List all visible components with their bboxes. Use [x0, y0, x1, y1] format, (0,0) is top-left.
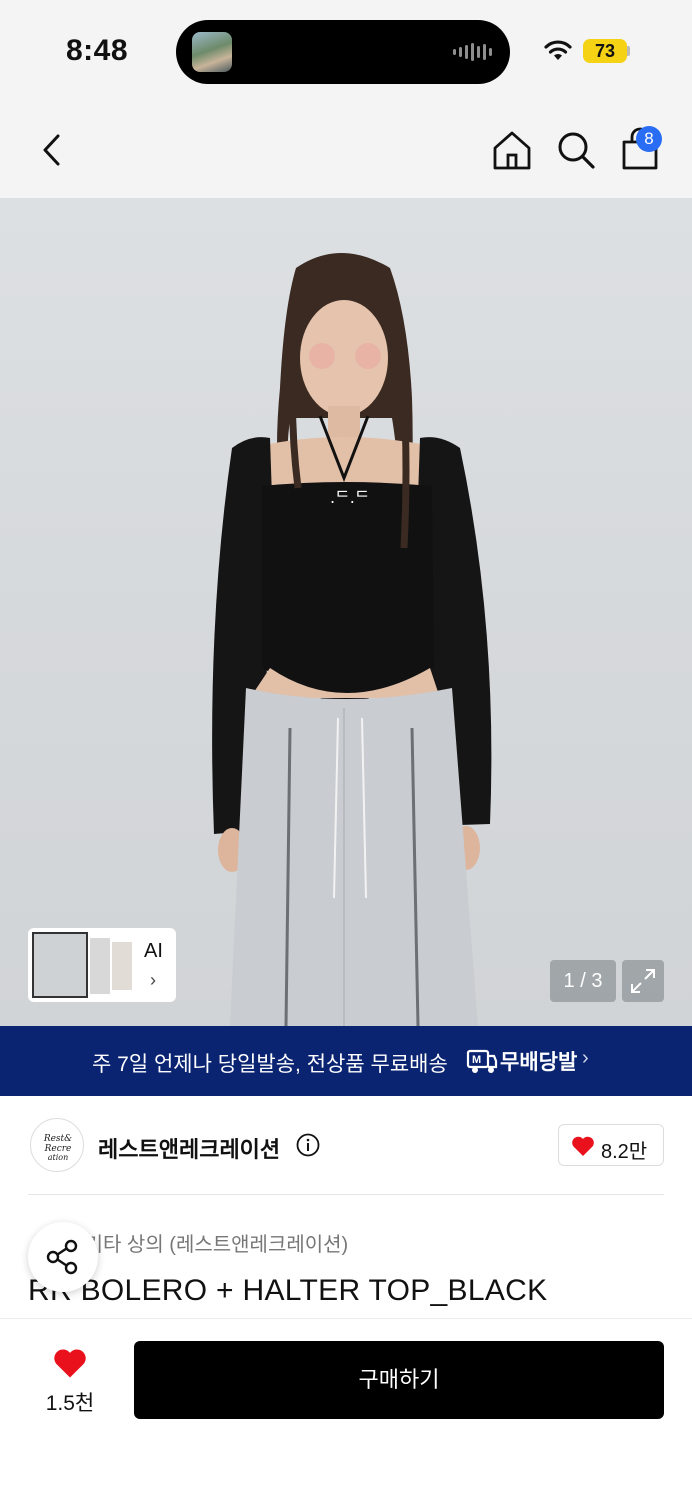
banner-brand: 무배당발	[500, 1051, 578, 1074]
svg-text:ation: ation	[48, 1153, 69, 1162]
battery-level: 73	[583, 39, 627, 63]
brand-like-count: 8.2만	[601, 1141, 648, 1163]
banner-text: 주 7일 언제나 당일발송, 전상품 무료배송	[92, 1053, 448, 1076]
chevron-right-icon: ›	[150, 970, 156, 990]
heart-icon[interactable]	[52, 1347, 88, 1379]
divider	[28, 1194, 664, 1195]
share-button[interactable]	[28, 1222, 98, 1292]
svg-text:M: M	[472, 1054, 481, 1066]
audio-wave-icon	[453, 42, 492, 62]
bottom-action-bar: 1.5천 구매하기	[0, 1318, 692, 1500]
delivery-banner[interactable]: 주 7일 언제나 당일발송, 전상품 무료배송 M 무배당발 ›	[0, 1026, 692, 1096]
info-icon[interactable]	[296, 1133, 320, 1157]
expand-icon	[631, 969, 655, 993]
brand-name[interactable]: 레스트앤레크레이션	[98, 1132, 280, 1164]
brand-logo-mark: Rest& Recre ation	[43, 1134, 72, 1162]
image-page-counter: 1 / 3	[550, 960, 616, 1002]
product-image[interactable]: .ᄃ.ᄃ AI › 1 / 3	[0, 198, 692, 1026]
status-bar: 8:48 73	[0, 0, 692, 100]
back-icon[interactable]	[32, 128, 72, 172]
svg-text:.ᄃ.ᄃ: .ᄃ.ᄃ	[330, 488, 370, 507]
brand-like-button[interactable]: 8.2만	[558, 1124, 664, 1166]
delivery-truck-icon: M	[466, 1049, 498, 1073]
buy-button[interactable]: 구매하기	[134, 1341, 664, 1419]
wifi-icon	[544, 40, 572, 60]
home-icon[interactable]	[490, 128, 534, 172]
top-navigation	[0, 100, 692, 198]
share-icon	[46, 1239, 78, 1275]
chevron-right-icon: ›	[582, 1047, 589, 1069]
heart-icon	[572, 1136, 594, 1156]
thumbnail-3[interactable]	[112, 942, 132, 990]
ai-label: AI	[144, 940, 163, 962]
thumbnail-1[interactable]	[32, 932, 88, 998]
now-playing-thumbnail	[192, 32, 232, 72]
search-icon[interactable]	[554, 128, 598, 172]
thumbnail-strip[interactable]: AI ›	[28, 928, 176, 1002]
status-time: 8:48	[66, 34, 129, 67]
brand-logo[interactable]: Rest& Recre ation	[30, 1118, 84, 1172]
product-title: RR BOLERO + HALTER TOP_BLACK	[28, 1274, 548, 1307]
product-like-count: 1.5천	[45, 1392, 95, 1415]
battery-tip	[627, 46, 630, 56]
svg-text:Rest&: Rest&	[43, 1134, 72, 1144]
thumbnail-2[interactable]	[90, 938, 110, 994]
model-photo: .ᄃ.ᄃ	[212, 253, 492, 1026]
expand-button[interactable]	[622, 960, 664, 1002]
dynamic-island[interactable]	[176, 20, 510, 84]
cart-count-badge: 8	[636, 126, 662, 152]
